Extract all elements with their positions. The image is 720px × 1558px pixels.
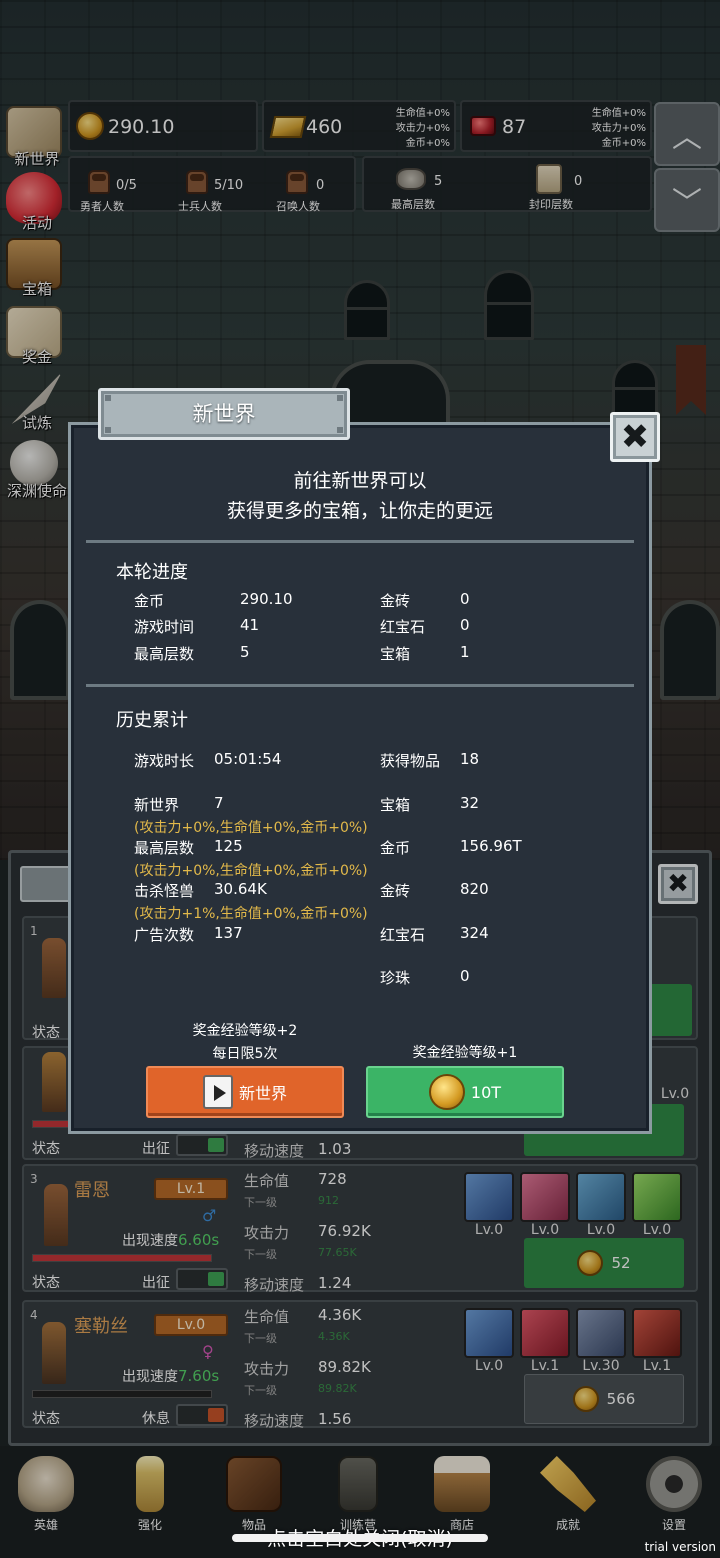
trial-watermark: trial version [644, 1540, 716, 1554]
cur-floor-value: 5 [240, 643, 250, 661]
dialog-title: 新世界 [192, 402, 256, 426]
divider [86, 540, 634, 543]
hist-pearl-value: 0 [460, 967, 470, 985]
home-indicator[interactable] [232, 1534, 488, 1542]
divider [86, 684, 634, 687]
hist-chest-label: 宝箱 [380, 796, 411, 814]
hist-floor-label: 最高层数 [134, 839, 195, 857]
hist-ruby-label: 红宝石 [380, 926, 426, 944]
new-world-pay-button[interactable]: 10T [366, 1066, 564, 1118]
hist-gold-value: 156.96T [460, 837, 522, 855]
new-world-ad-button[interactable]: 新世界 [146, 1066, 344, 1118]
history-title: 历史累计 [116, 710, 188, 731]
hist-ruby-value: 324 [460, 924, 489, 942]
hist-newworld-value: 7 [214, 794, 224, 812]
hist-floor-value: 125 [214, 837, 243, 855]
cur-brick-value: 0 [460, 590, 470, 608]
cur-brick-label: 金砖 [380, 592, 411, 610]
cur-floor-label: 最高层数 [134, 645, 195, 663]
left-reward-note: 奖金经验等级+2 [192, 1023, 298, 1039]
cur-chest-label: 宝箱 [380, 645, 411, 663]
hist-duration-label: 游戏时长 [134, 752, 195, 770]
current-progress-title: 本轮进度 [116, 562, 188, 583]
hist-kills-bonus: (攻击力+1%,生命值+0%,金币+0%) [134, 906, 368, 922]
hist-newworld-label: 新世界 [134, 796, 180, 814]
close-icon[interactable]: ✖ [610, 412, 660, 462]
hist-duration-value: 05:01:54 [214, 750, 282, 768]
dialog-headline-2: 获得更多的宝箱，让你走的更远 [226, 500, 493, 522]
hist-pearl-label: 珍珠 [380, 969, 411, 987]
hist-gold-label: 金币 [380, 839, 411, 857]
hist-chest-value: 32 [460, 794, 480, 812]
hist-items-value: 18 [460, 750, 480, 768]
new-world-button-label: 新世界 [238, 1084, 287, 1103]
cur-gold-value: 290.10 [240, 590, 293, 608]
hist-kills-value: 30.64K [214, 880, 267, 898]
cur-gold-label: 金币 [134, 592, 165, 610]
dialog-headline-1: 前往新世界可以 [293, 470, 427, 492]
cur-ruby-value: 0 [460, 616, 470, 634]
coin-icon [428, 1074, 465, 1110]
hist-brick-label: 金砖 [380, 882, 411, 900]
video-ad-icon [202, 1075, 233, 1109]
hist-floor-bonus: (攻击力+0%,生命值+0%,金币+0%) [134, 863, 368, 879]
hist-brick-value: 820 [460, 880, 489, 898]
hist-items-label: 获得物品 [380, 752, 441, 770]
hist-ads-value: 137 [214, 924, 243, 942]
hist-newworld-bonus: (攻击力+0%,生命值+0%,金币+0%) [134, 820, 368, 836]
pay-cost-label: 10T [470, 1082, 502, 1102]
daily-limit-note: 每日限5次 [212, 1046, 278, 1062]
cur-time-value: 41 [240, 616, 260, 634]
cur-chest-value: 1 [460, 643, 470, 661]
cur-time-label: 游戏时间 [134, 618, 195, 636]
hist-ads-label: 广告次数 [134, 926, 195, 944]
cur-ruby-label: 红宝石 [380, 618, 426, 636]
right-reward-note: 奖金经验等级+1 [412, 1045, 518, 1061]
dialog-title-tab: 新世界 [98, 388, 350, 440]
hist-kills-label: 击杀怪兽 [134, 882, 195, 900]
